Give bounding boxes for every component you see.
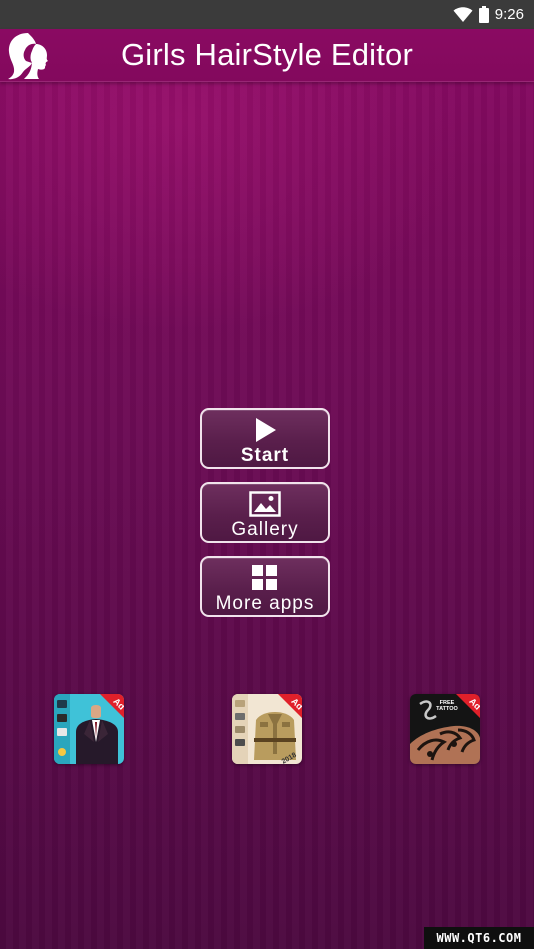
ad-police-suit-app[interactable]: Ad 2018 bbox=[232, 694, 302, 764]
gallery-button[interactable]: Gallery bbox=[200, 482, 330, 543]
image-icon bbox=[202, 491, 328, 517]
title-bar: Girls HairStyle Editor bbox=[0, 29, 534, 82]
more-apps-button[interactable]: More apps bbox=[200, 556, 330, 617]
ad-man-suit-app[interactable]: Ad bbox=[54, 694, 124, 764]
ad-caption: FREE TATTOO bbox=[436, 700, 458, 712]
ad-tattoo-app[interactable]: Ad FREE TATTOO bbox=[410, 694, 480, 764]
play-icon bbox=[202, 417, 328, 443]
svg-text:2018: 2018 bbox=[281, 752, 298, 764]
ad-badge-icon: Ad bbox=[100, 694, 124, 718]
app-screen bbox=[0, 0, 534, 949]
watermark: WWW.QT6.COM bbox=[424, 927, 534, 949]
start-label: Start bbox=[240, 445, 290, 466]
status-bar: 9:26 bbox=[0, 0, 534, 29]
ad-badge-icon: Ad 2018 bbox=[278, 694, 302, 764]
battery-icon bbox=[478, 6, 489, 23]
app-title: Girls HairStyle Editor bbox=[120, 37, 414, 72]
start-button[interactable]: Start bbox=[200, 408, 330, 469]
gallery-label: Gallery bbox=[231, 519, 299, 540]
wifi-icon bbox=[453, 6, 473, 23]
status-icons: 9:26 bbox=[453, 0, 524, 29]
more-apps-label: More apps bbox=[215, 593, 315, 614]
status-time: 9:26 bbox=[494, 6, 524, 23]
grid-icon bbox=[202, 565, 328, 591]
